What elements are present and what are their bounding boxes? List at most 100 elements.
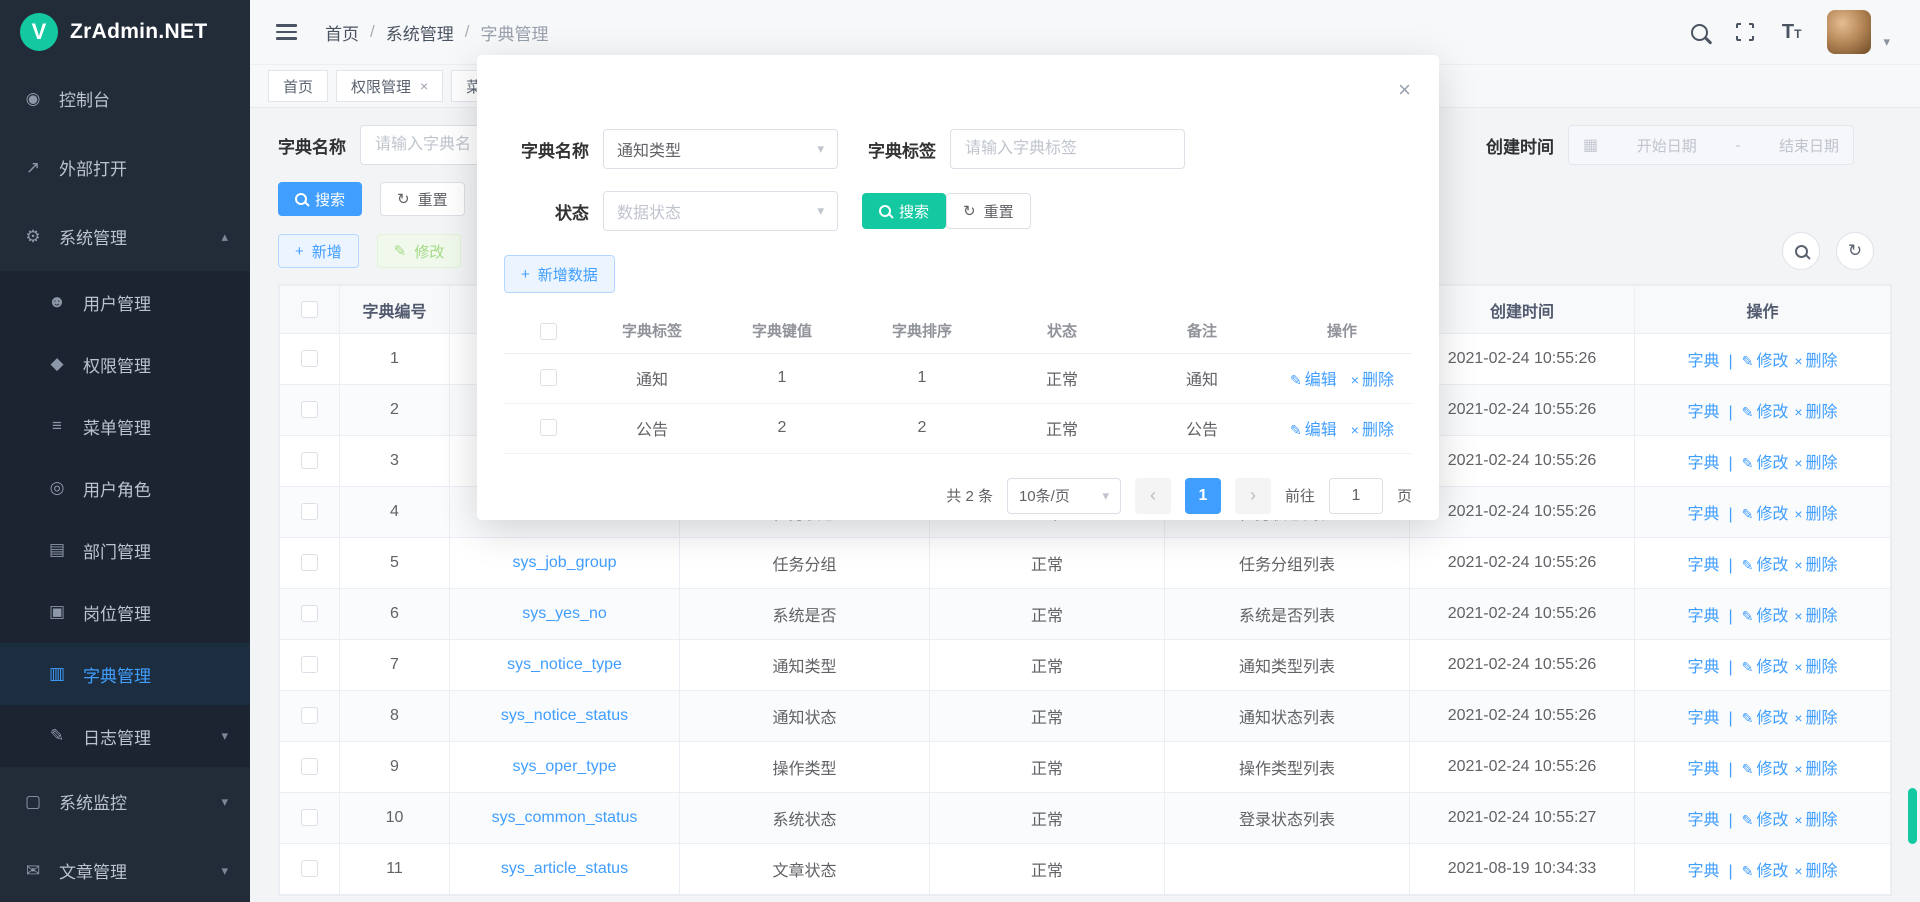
sidebar-item-permissions[interactable]: ◆ 权限管理 (0, 333, 250, 395)
row-checkbox[interactable] (301, 758, 318, 775)
row-checkbox[interactable] (301, 350, 318, 367)
row-checkbox[interactable] (301, 503, 318, 520)
create-time-range-picker[interactable]: ▦ 开始日期 - 结束日期 (1568, 125, 1854, 165)
row-action-dict-link[interactable]: 字典 (1687, 863, 1719, 880)
close-icon[interactable]: × (420, 78, 428, 94)
row-action-delete-link[interactable]: ×删除 (1794, 557, 1837, 574)
row-checkbox[interactable] (540, 369, 557, 386)
user-avatar[interactable] (1827, 10, 1871, 54)
row-checkbox[interactable] (301, 656, 318, 673)
refresh-table-button[interactable]: ↻ (1836, 232, 1874, 270)
row-action-edit-link[interactable]: ✎修改 (1742, 812, 1789, 829)
next-page-button[interactable]: › (1235, 478, 1271, 514)
row-action-delete-link[interactable]: ×删除 (1794, 761, 1837, 778)
prev-page-button[interactable]: ‹ (1135, 478, 1171, 514)
sidebar-item-system[interactable]: ⚙ 系统管理 ▴ (0, 202, 250, 271)
dialog-close-icon[interactable]: × (1398, 79, 1411, 101)
dict-type-link[interactable]: sys_yes_no (522, 605, 607, 622)
sidebar-item-monitor[interactable]: ▢ 系统监控 ▾ (0, 767, 250, 836)
row-action-dict-link[interactable]: 字典 (1687, 710, 1719, 727)
search-button[interactable]: 搜索 (278, 182, 362, 216)
add-button[interactable]: + 新增 (278, 234, 359, 268)
sidebar-collapse-button[interactable] (274, 20, 299, 44)
row-action-delete-link[interactable]: ×删除 (1794, 353, 1837, 370)
row-checkbox[interactable] (301, 452, 318, 469)
row-action-delete-link[interactable]: ×删除 (1794, 506, 1837, 523)
row-action-edit-link[interactable]: ✎修改 (1742, 761, 1789, 778)
user-menu-caret-icon[interactable]: ▾ (1883, 34, 1890, 54)
row-action-dict-link[interactable]: 字典 (1687, 506, 1719, 523)
row-action-edit-link[interactable]: ✎修改 (1742, 506, 1789, 523)
sidebar-item-posts[interactable]: ▣ 岗位管理 (0, 581, 250, 643)
goto-page-input[interactable] (1329, 478, 1383, 514)
sidebar-item-menus[interactable]: ≡ 菜单管理 (0, 395, 250, 457)
font-size-icon[interactable]: TT (1782, 21, 1802, 44)
row-checkbox[interactable] (301, 605, 318, 622)
dict-type-link[interactable]: sys_common_status (492, 809, 638, 826)
breadcrumb-home[interactable]: 首页 (325, 20, 359, 45)
select-all-checkbox[interactable] (540, 323, 557, 340)
tab-home[interactable]: 首页 (268, 70, 328, 102)
row-action-dict-link[interactable]: 字典 (1687, 761, 1719, 778)
search-icon[interactable] (1691, 24, 1708, 41)
row-checkbox[interactable] (301, 707, 318, 724)
row-edit-link[interactable]: ✎编辑 (1290, 422, 1337, 439)
row-action-delete-link[interactable]: ×删除 (1794, 455, 1837, 472)
row-action-edit-link[interactable]: ✎修改 (1742, 557, 1789, 574)
row-action-dict-link[interactable]: 字典 (1687, 404, 1719, 421)
row-checkbox[interactable] (301, 554, 318, 571)
dict-type-link[interactable]: sys_article_status (501, 860, 628, 877)
row-action-edit-link[interactable]: ✎修改 (1742, 710, 1789, 727)
row-checkbox[interactable] (301, 860, 318, 877)
page-size-select[interactable]: 10条/页 ▾ (1007, 478, 1121, 514)
row-action-dict-link[interactable]: 字典 (1687, 557, 1719, 574)
reset-button[interactable]: ↻ 重置 (380, 182, 465, 216)
row-checkbox[interactable] (301, 809, 318, 826)
row-action-edit-link[interactable]: ✎修改 (1742, 608, 1789, 625)
dict-type-link[interactable]: sys_job_group (512, 554, 616, 571)
row-action-dict-link[interactable]: 字典 (1687, 659, 1719, 676)
breadcrumb-system[interactable]: 系统管理 (386, 20, 454, 45)
current-page-button[interactable]: 1 (1185, 478, 1221, 514)
select-all-checkbox[interactable] (301, 301, 318, 318)
app-logo[interactable]: V ZrAdmin.NET (0, 0, 250, 64)
dict-type-link[interactable]: sys_notice_type (507, 656, 622, 673)
modify-button[interactable]: ✎ 修改 (377, 234, 462, 268)
toggle-search-button[interactable] (1782, 232, 1820, 270)
row-action-dict-link[interactable]: 字典 (1687, 455, 1719, 472)
row-action-delete-link[interactable]: ×删除 (1794, 659, 1837, 676)
dict-type-link[interactable]: sys_notice_status (501, 707, 628, 724)
dict-tag-input[interactable] (950, 129, 1185, 169)
sidebar-item-departments[interactable]: ▤ 部门管理 (0, 519, 250, 581)
row-checkbox[interactable] (301, 401, 318, 418)
row-action-dict-link[interactable]: 字典 (1687, 353, 1719, 370)
status-select[interactable]: 数据状态 ▾ (603, 191, 838, 231)
sidebar-item-external[interactable]: ↗ 外部打开 (0, 133, 250, 202)
dict-name-select[interactable]: 通知类型 ▾ (603, 129, 838, 169)
row-action-edit-link[interactable]: ✎修改 (1742, 863, 1789, 880)
dialog-search-button[interactable]: 搜索 (862, 193, 946, 229)
row-edit-link[interactable]: ✎编辑 (1290, 372, 1337, 389)
row-action-delete-link[interactable]: ×删除 (1794, 404, 1837, 421)
dialog-reset-button[interactable]: ↻ 重置 (946, 193, 1031, 229)
row-checkbox[interactable] (540, 419, 557, 436)
row-action-dict-link[interactable]: 字典 (1687, 812, 1719, 829)
sidebar-item-users[interactable]: ☻ 用户管理 (0, 271, 250, 333)
row-delete-link[interactable]: ×删除 (1351, 372, 1394, 389)
row-action-delete-link[interactable]: ×删除 (1794, 812, 1837, 829)
row-action-edit-link[interactable]: ✎修改 (1742, 353, 1789, 370)
row-action-delete-link[interactable]: ×删除 (1794, 710, 1837, 727)
fullscreen-icon[interactable] (1734, 21, 1756, 43)
row-action-edit-link[interactable]: ✎修改 (1742, 455, 1789, 472)
row-action-delete-link[interactable]: ×删除 (1794, 608, 1837, 625)
sidebar-item-articles[interactable]: ✉ 文章管理 ▾ (0, 836, 250, 902)
row-action-edit-link[interactable]: ✎修改 (1742, 659, 1789, 676)
sidebar-item-logs[interactable]: ✎ 日志管理 ▾ (0, 705, 250, 767)
add-dict-data-button[interactable]: + 新增数据 (504, 255, 615, 293)
sidebar-item-dashboard[interactable]: ◉ 控制台 (0, 64, 250, 133)
vertical-scrollbar-thumb[interactable] (1908, 788, 1917, 844)
dict-type-link[interactable]: sys_oper_type (512, 758, 616, 775)
row-action-dict-link[interactable]: 字典 (1687, 608, 1719, 625)
row-delete-link[interactable]: ×删除 (1351, 422, 1394, 439)
sidebar-item-dictionary[interactable]: ▥ 字典管理 (0, 643, 250, 705)
